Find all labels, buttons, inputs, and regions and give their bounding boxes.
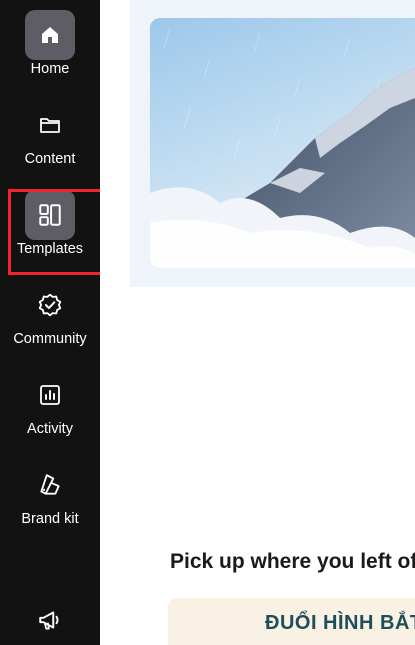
sidebar-item-activity[interactable]: Activity	[0, 370, 100, 438]
sidebar-item-templates[interactable]: Templates	[0, 190, 100, 258]
section-title-recent: Pick up where you left off	[170, 550, 415, 573]
brand-kit-icon	[40, 474, 60, 495]
mountain-image	[150, 27, 415, 268]
sidebar-item-label: Content	[24, 151, 76, 167]
bar-chart-icon-wrapper	[25, 370, 75, 420]
sidebar-item-label: Templates	[16, 241, 84, 257]
sidebar-item-label: Community	[13, 331, 87, 347]
sidebar-item-community[interactable]: Community	[0, 280, 100, 348]
sidebar: Home Content Templates Community Activit…	[0, 0, 100, 645]
sidebar-item-content[interactable]: Content	[0, 100, 100, 168]
sidebar-item-announcements[interactable]	[0, 595, 100, 645]
hero-image[interactable]	[150, 18, 415, 268]
sidebar-item-label: Brand kit	[21, 511, 79, 527]
verified-badge-icon	[38, 293, 62, 317]
megaphone-icon-wrapper	[25, 595, 75, 645]
sidebar-item-brand-kit[interactable]: Brand kit	[0, 460, 100, 528]
folder-icon	[40, 118, 60, 133]
folder-icon-wrapper	[25, 100, 75, 150]
templates-icon	[39, 204, 61, 226]
brand-kit-icon-wrapper	[25, 460, 75, 510]
bar-chart-icon	[40, 385, 60, 405]
verified-badge-icon-wrapper	[25, 280, 75, 330]
templates-icon-wrapper	[25, 190, 75, 240]
sidebar-item-label: Home	[30, 61, 70, 77]
home-icon-wrapper	[25, 10, 75, 60]
recent-design-card[interactable]: ĐUỔI HÌNH BẮT	[168, 598, 415, 645]
megaphone-icon	[39, 611, 59, 630]
home-icon	[42, 27, 58, 43]
sidebar-item-home[interactable]: Home	[0, 10, 100, 78]
recent-design-title: ĐUỔI HÌNH BẮT	[265, 612, 415, 634]
hero-banner	[130, 0, 415, 287]
main-content: Pick up where you left off ĐUỔI HÌNH BẮT	[100, 0, 415, 645]
sidebar-item-label: Activity	[27, 421, 73, 437]
